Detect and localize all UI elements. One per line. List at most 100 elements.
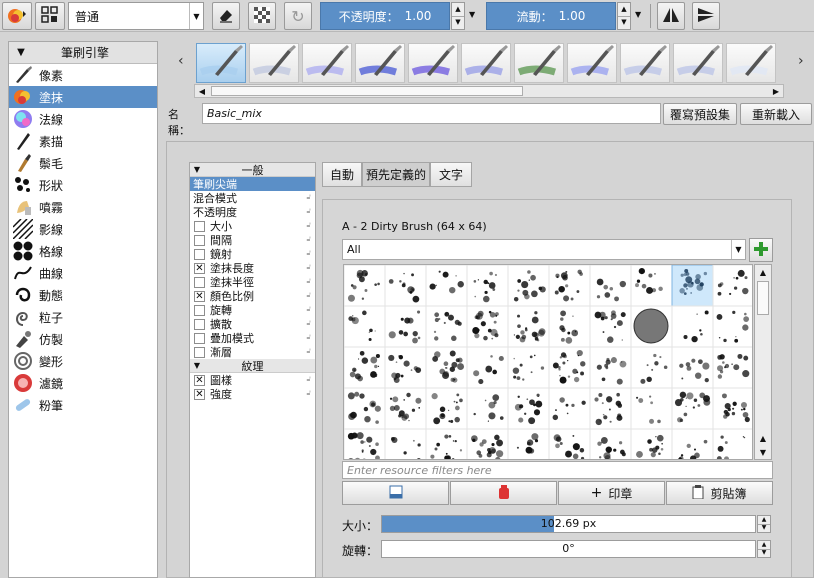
option-checkbox[interactable] [194,332,205,344]
engine-item[interactable]: 濾鏡 [9,372,157,394]
scrollbar-thumb[interactable] [757,281,769,315]
brush-tip-cell[interactable] [384,428,427,460]
brush-tip-cell[interactable] [630,305,673,348]
brush-option-item[interactable]: 筆刷尖端 [190,177,315,191]
overwrite-preset-button[interactable]: 覆寫預設集 [663,103,737,125]
engine-list-header[interactable]: ▼ 筆刷引擎 [9,42,157,64]
brush-option-item[interactable]: 大小 🔓︎ [190,219,315,233]
brush-preset-thumbnail[interactable] [196,43,246,83]
brush-preset-thumbnail[interactable] [567,43,617,83]
lock-icon[interactable]: 🔓︎ [306,305,311,314]
brush-tip-cell[interactable] [630,428,673,460]
brush-tip-cell[interactable] [466,265,509,307]
tab-auto[interactable]: 自動 [322,162,362,187]
rotation-spinner[interactable]: ▲ ▼ [757,540,771,558]
clipboard-button[interactable]: 剪貼簿 [666,481,773,505]
brush-tip-cell[interactable] [507,346,550,389]
lock-icon[interactable]: 🔓︎ [306,319,311,328]
opacity-spinner[interactable]: ▲ ▼ [451,2,465,30]
brush-tip-cell[interactable] [384,346,427,389]
preset-name-field[interactable]: Basic_mix [202,103,661,124]
eraser-mode-button[interactable] [212,2,240,30]
spin-up-icon[interactable]: ▲ [758,541,770,550]
preserve-alpha-button[interactable] [248,2,276,30]
option-checkbox[interactable] [194,234,205,246]
mirror-horizontal-button[interactable] [657,2,685,30]
brush-preset-thumbnail[interactable] [673,43,723,83]
scroll-down-icon[interactable]: ▼ [755,445,771,459]
mirror-vertical-button[interactable] [692,2,720,30]
lock-icon[interactable]: 🔓︎ [306,347,311,356]
texture-section-header[interactable]: ▼ 紋理 [190,359,315,373]
rotation-slider[interactable]: 0° [381,540,756,558]
engine-item[interactable]: 形狀 [9,174,157,196]
brush-preset-thumbnail[interactable] [514,43,564,83]
lock-icon[interactable]: 🔓︎ [306,207,311,216]
brush-tip-cell[interactable] [630,346,673,389]
size-spinner[interactable]: ▲ ▼ [757,515,771,533]
brush-tip-cell[interactable] [630,387,673,430]
brush-option-item[interactable]: 間隔 🔓︎ [190,233,315,247]
brush-tip-cell[interactable] [671,346,714,389]
engine-item[interactable]: 格線 [9,240,157,262]
brush-preset-thumbnail[interactable] [461,43,511,83]
brush-tip-cell[interactable] [425,265,468,307]
option-checkbox[interactable]: ✕ [194,388,205,400]
engine-item[interactable]: 影線 [9,218,157,240]
brush-option-item[interactable]: 擴散 🔓︎ [190,317,315,331]
brush-option-item[interactable]: 旋轉 🔓︎ [190,303,315,317]
reload-preset-button[interactable]: ↻ [284,2,312,30]
opacity-menu-arrow-icon[interactable]: ▼ [469,10,475,19]
brush-tip-cell[interactable] [507,428,550,460]
import-tip-button[interactable] [342,481,449,505]
option-checkbox[interactable]: ✕ [194,262,205,274]
engine-item[interactable]: 像素 [9,64,157,86]
engine-item[interactable]: 塗抹 [9,86,157,108]
texture-option-item[interactable]: ✕ 強度 🔓︎ [190,387,315,401]
brush-tip-cell[interactable] [712,346,753,389]
brush-preset-thumbnail[interactable] [726,43,776,83]
brush-tip-cell[interactable] [425,305,468,348]
preset-strip-scrollbar[interactable]: ◀ ▶ [194,84,784,98]
flow-menu-arrow-icon[interactable]: ▼ [635,10,641,19]
brush-tip-cell[interactable] [384,387,427,430]
flow-spinner[interactable]: ▲ ▼ [617,2,631,30]
engine-item[interactable]: 曲線 [9,262,157,284]
spin-down-icon[interactable]: ▼ [758,525,770,533]
option-checkbox[interactable]: ✕ [194,290,205,302]
brush-tip-cell[interactable] [466,346,509,389]
lock-icon[interactable]: 🔓︎ [306,221,311,230]
brush-option-item[interactable]: 疊加模式 🔓︎ [190,331,315,345]
brush-tip-cell[interactable] [384,265,427,307]
tab-text[interactable]: 文字 [430,162,472,187]
texture-option-item[interactable]: ✕ 圖樣 🔓︎ [190,373,315,387]
brush-tip-cell[interactable] [344,346,386,389]
brush-tip-cell[interactable] [589,265,632,307]
brush-option-item[interactable]: 塗抹半徑 🔓︎ [190,275,315,289]
brush-option-item[interactable]: 不透明度 🔓︎ [190,205,315,219]
brush-tip-cell[interactable] [507,305,550,348]
brush-tip-cell[interactable] [671,305,714,348]
scroll-up-icon[interactable]: ▲ [755,265,771,279]
engine-item[interactable]: 仿製 [9,328,157,350]
flow-slider[interactable]: 流動： 1.00 [486,2,616,30]
spin-down-icon[interactable]: ▼ [758,550,770,558]
brush-tip-cell[interactable] [425,428,468,460]
engine-item[interactable]: 噴霧 [9,196,157,218]
lock-icon[interactable]: 🔓︎ [306,389,311,398]
brush-option-item[interactable]: 鏡射 🔓︎ [190,247,315,261]
brush-tip-cell[interactable] [548,387,591,430]
brush-tip-cell[interactable] [589,346,632,389]
brush-preset-thumbnail[interactable] [620,43,670,83]
brush-tip-cell[interactable] [344,265,386,307]
option-checkbox[interactable] [194,318,205,330]
brush-presets-button[interactable] [2,2,32,30]
brush-tip-cell[interactable] [671,428,714,460]
blend-mode-select[interactable]: 普通 ▼ [68,2,204,30]
brush-tip-cell[interactable] [548,265,591,307]
brush-option-item[interactable]: ✕ 顏色比例 🔓︎ [190,289,315,303]
brush-tip-cell[interactable] [507,387,550,430]
brush-preset-thumbnail[interactable] [408,43,458,83]
brush-tip-cell[interactable] [425,387,468,430]
lock-icon[interactable]: 🔓︎ [306,235,311,244]
